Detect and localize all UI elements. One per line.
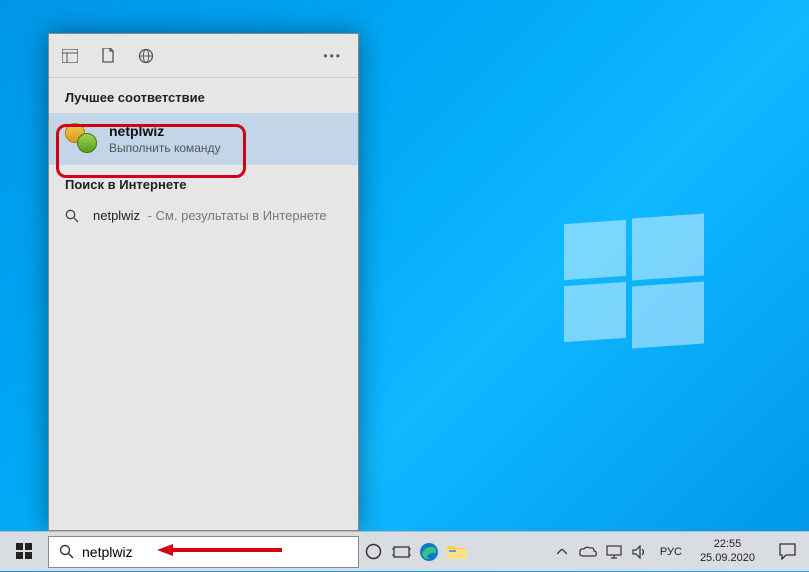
best-match-result[interactable]: netplwiz Выполнить команду [49, 113, 358, 165]
taskbar-search-box[interactable] [48, 536, 359, 568]
tray-chevron-up-icon[interactable] [552, 542, 572, 562]
start-button[interactable] [0, 532, 48, 572]
desktop-wallpaper-logo [564, 216, 704, 346]
search-icon [65, 209, 79, 223]
more-options-icon[interactable]: ••• [323, 49, 346, 63]
web-query: netplwiz [93, 208, 140, 223]
tray-onedrive-icon[interactable] [578, 542, 598, 562]
clock-date: 25.09.2020 [700, 552, 755, 565]
filter-documents-icon[interactable] [99, 47, 117, 65]
filter-web-icon[interactable] [137, 47, 155, 65]
taskbar-clock[interactable]: 22:55 25.09.2020 [692, 538, 763, 564]
language-indicator[interactable]: РУС [656, 546, 686, 558]
edge-icon[interactable] [415, 532, 443, 572]
cortana-icon[interactable] [359, 532, 387, 572]
task-view-icon[interactable] [387, 532, 415, 572]
search-filter-bar: ••• [49, 34, 358, 78]
filter-all-icon[interactable] [61, 47, 79, 65]
web-search-result[interactable]: netplwiz - См. результаты в Интернете [49, 200, 358, 231]
start-search-panel: ••• Лучшее соответствие netplwiz Выполни… [48, 33, 359, 531]
result-subtitle: Выполнить команду [109, 141, 342, 155]
web-search-label: Поиск в Интернете [49, 165, 358, 200]
system-tray: РУС 22:55 25.09.2020 [548, 532, 809, 572]
result-title: netplwiz [109, 123, 342, 139]
tray-volume-icon[interactable] [630, 542, 650, 562]
tray-network-icon[interactable] [604, 542, 624, 562]
netplwiz-icon [65, 123, 97, 155]
clock-time: 22:55 [700, 538, 755, 551]
best-match-label: Лучшее соответствие [49, 78, 358, 113]
search-icon [59, 544, 74, 559]
search-input[interactable] [82, 544, 348, 560]
file-explorer-icon[interactable] [443, 532, 471, 572]
web-desc: - См. результаты в Интернете [148, 208, 327, 223]
action-center-icon[interactable] [769, 532, 805, 572]
taskbar: РУС 22:55 25.09.2020 [0, 531, 809, 571]
